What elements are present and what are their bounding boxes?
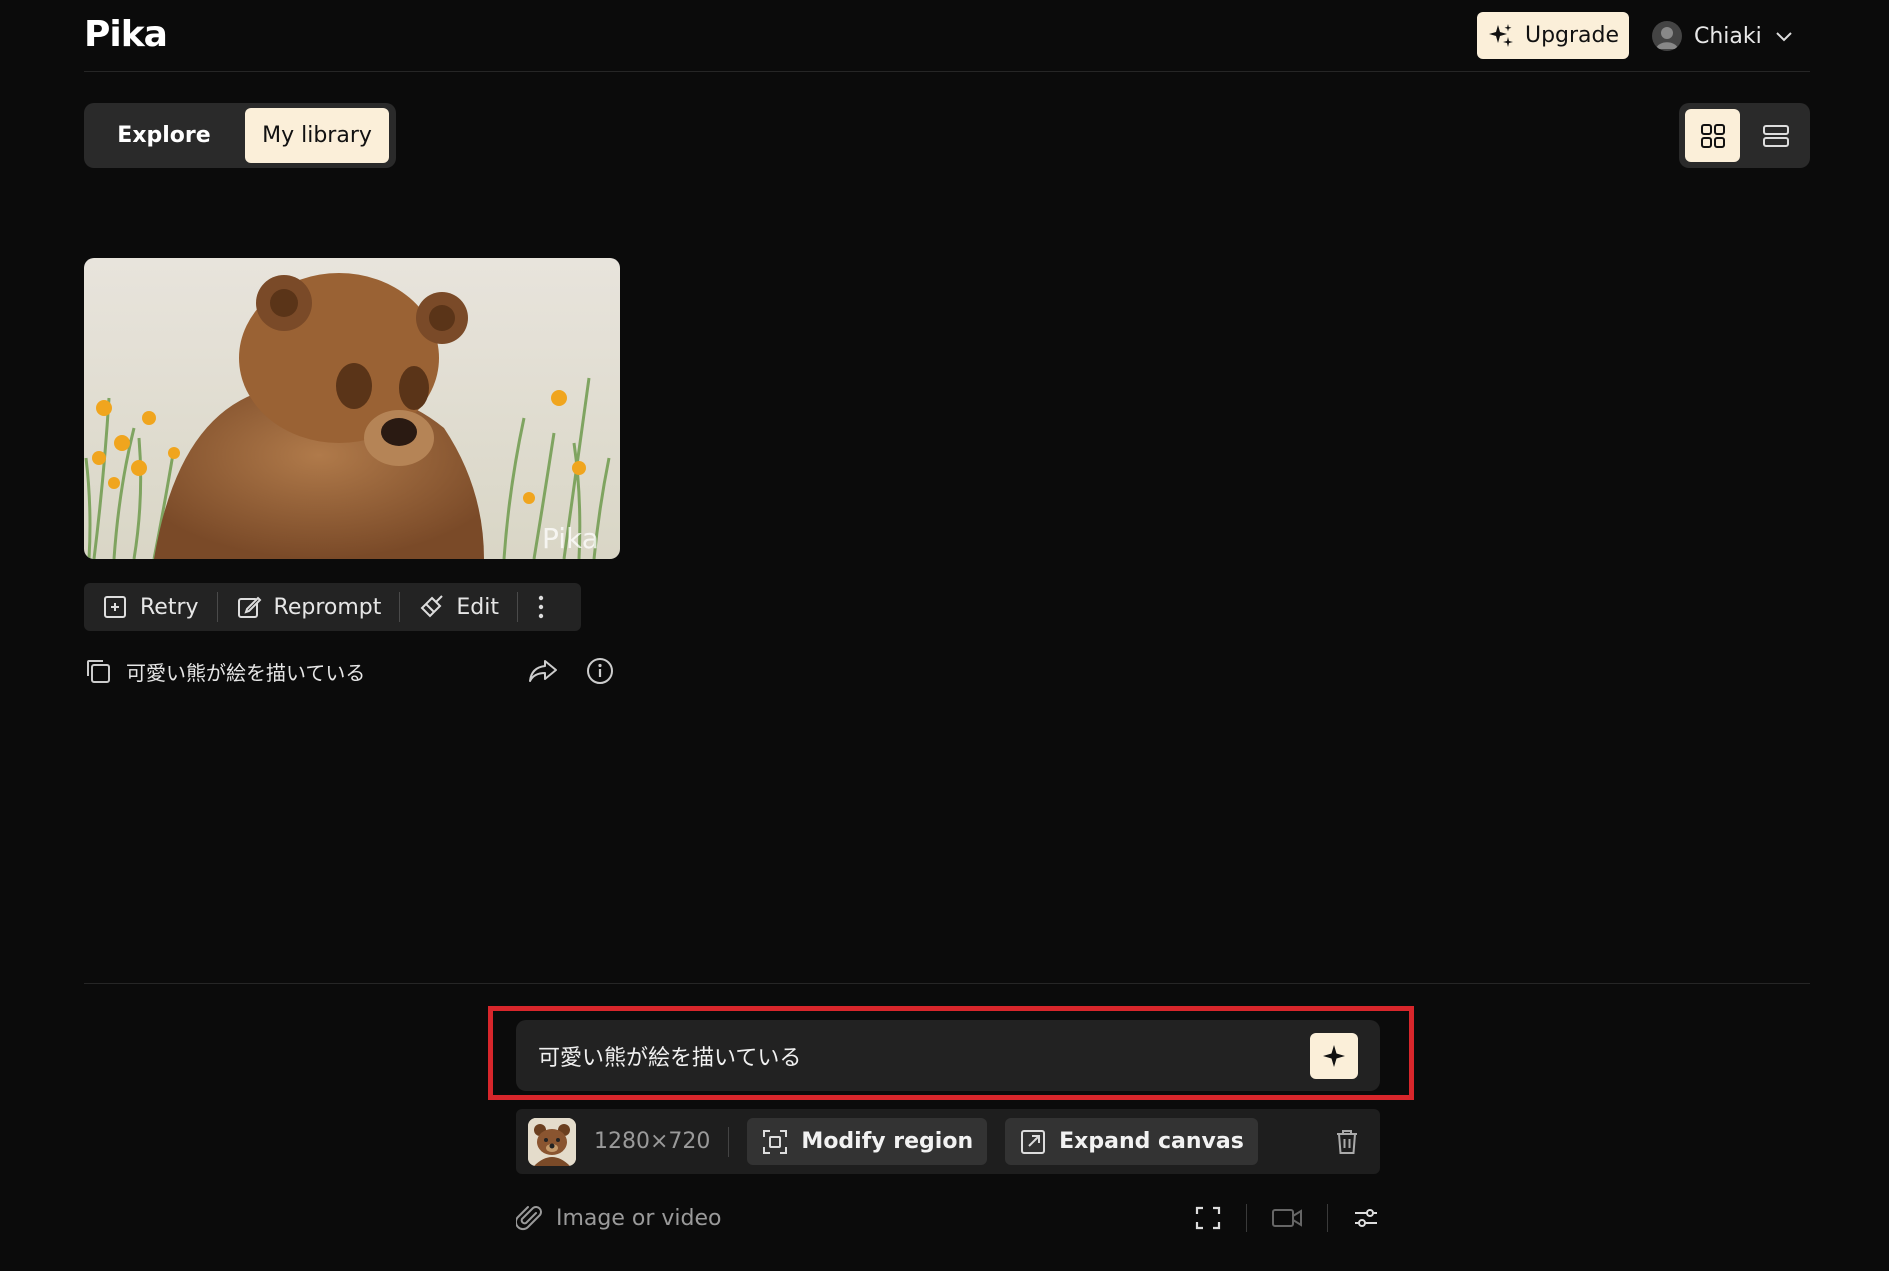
share-icon[interactable]	[528, 658, 558, 684]
video-camera-icon[interactable]	[1271, 1205, 1303, 1231]
info-icon[interactable]	[586, 657, 614, 685]
list-view-icon	[1762, 123, 1790, 149]
more-vertical-icon	[536, 594, 546, 620]
toolbar-separator	[1246, 1204, 1247, 1232]
user-name: Chiaki	[1694, 23, 1762, 49]
reprompt-label: Reprompt	[273, 594, 382, 620]
modify-region-button[interactable]: Modify region	[747, 1118, 988, 1165]
generated-video-thumbnail[interactable]: Pika	[84, 258, 620, 559]
attach-media-button[interactable]: Image or video	[516, 1204, 721, 1232]
grid-view-icon	[1700, 123, 1726, 149]
list-view-button[interactable]	[1748, 109, 1803, 162]
edit-label: Edit	[456, 594, 499, 620]
pika-watermark: Pika	[542, 522, 599, 555]
brush-icon	[418, 594, 444, 620]
edit-pencil-icon	[236, 594, 262, 620]
reference-image-thumbnail[interactable]	[528, 1117, 576, 1166]
card-caption: 可愛い熊が絵を描いている	[84, 655, 624, 687]
retry-icon	[102, 594, 128, 620]
expand-canvas-button[interactable]: Expand canvas	[1005, 1118, 1258, 1165]
composer-toolbar: Image or video	[516, 1196, 1380, 1240]
paperclip-icon	[516, 1204, 544, 1232]
generate-button[interactable]	[1310, 1032, 1358, 1079]
more-options-button[interactable]	[518, 583, 564, 631]
user-menu[interactable]: Chiaki	[1652, 14, 1794, 58]
view-toggle	[1679, 103, 1810, 168]
toolbar-separator	[1327, 1204, 1328, 1232]
retry-label: Retry	[140, 594, 199, 620]
composer-divider	[84, 983, 1810, 984]
upgrade-label: Upgrade	[1524, 23, 1620, 48]
prompt-caption: 可愛い熊が絵を描いている	[126, 660, 366, 685]
modify-region-label: Modify region	[801, 1129, 974, 1154]
prompt-input-text[interactable]: 可愛い熊が絵を描いている	[538, 1040, 1310, 1072]
modify-region-icon	[761, 1128, 789, 1156]
aspect-ratio-icon[interactable]	[1194, 1204, 1222, 1232]
card-action-bar: Retry Reprompt Edit	[84, 583, 581, 631]
avatar	[1652, 21, 1682, 51]
tab-explore[interactable]: Explore	[89, 108, 239, 163]
pika-logo[interactable]: Pika	[84, 14, 168, 55]
grid-view-button[interactable]	[1685, 109, 1740, 162]
trash-icon[interactable]	[1334, 1128, 1360, 1156]
edit-button[interactable]: Edit	[400, 583, 517, 631]
sparkle-icon	[1321, 1043, 1347, 1069]
retry-button[interactable]: Retry	[84, 583, 217, 631]
library-tabs: Explore My library	[84, 103, 396, 168]
resolution-label: 1280×720	[594, 1129, 711, 1154]
edit-options-bar: 1280×720 Modify region Expand canvas	[516, 1109, 1380, 1174]
settings-sliders-icon[interactable]	[1352, 1204, 1380, 1232]
composer-tools	[1194, 1204, 1380, 1232]
tab-my-library[interactable]: My library	[245, 108, 389, 163]
prompt-input[interactable]: 可愛い熊が絵を描いている	[516, 1020, 1380, 1091]
expand-canvas-icon	[1019, 1128, 1047, 1156]
upgrade-button[interactable]: Upgrade	[1477, 12, 1629, 59]
reprompt-button[interactable]: Reprompt	[218, 583, 400, 631]
expand-canvas-label: Expand canvas	[1059, 1129, 1244, 1154]
copy-icon[interactable]	[84, 657, 112, 685]
sparkle-icon	[1487, 22, 1515, 50]
chevron-down-icon	[1774, 26, 1794, 46]
options-separator	[728, 1126, 730, 1157]
header-divider	[84, 71, 1810, 72]
attach-placeholder: Image or video	[556, 1205, 722, 1231]
